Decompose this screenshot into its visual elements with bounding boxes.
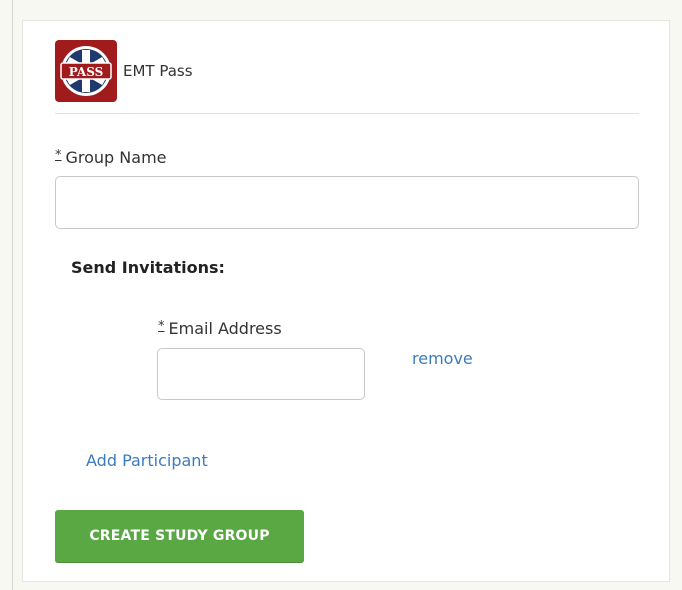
brand-header: PASS EMT Pass — [55, 39, 193, 103]
add-participant-link[interactable]: Add Participant — [86, 451, 208, 470]
group-name-input[interactable] — [55, 176, 639, 229]
email-address-label-text: Email Address — [168, 319, 282, 338]
brand-name: EMT Pass — [123, 62, 193, 80]
send-invitations-heading: Send Invitations: — [71, 258, 225, 277]
email-address-input[interactable] — [157, 348, 365, 400]
emt-pass-logo: PASS — [55, 40, 117, 102]
group-name-label-text: Group Name — [65, 148, 167, 167]
group-name-label: * Group Name — [55, 148, 167, 167]
star-of-life-icon: PASS — [60, 46, 112, 96]
required-marker: * — [55, 148, 62, 163]
remove-participant-link[interactable]: remove — [412, 349, 473, 368]
required-marker: * — [158, 319, 165, 334]
email-address-label: * Email Address — [158, 319, 282, 338]
header-divider — [55, 113, 639, 114]
create-study-group-button[interactable]: CREATE STUDY GROUP — [55, 510, 304, 562]
logo-text: PASS — [69, 65, 104, 79]
create-group-card: PASS EMT Pass * Group Name Send Invitatio… — [22, 20, 670, 582]
